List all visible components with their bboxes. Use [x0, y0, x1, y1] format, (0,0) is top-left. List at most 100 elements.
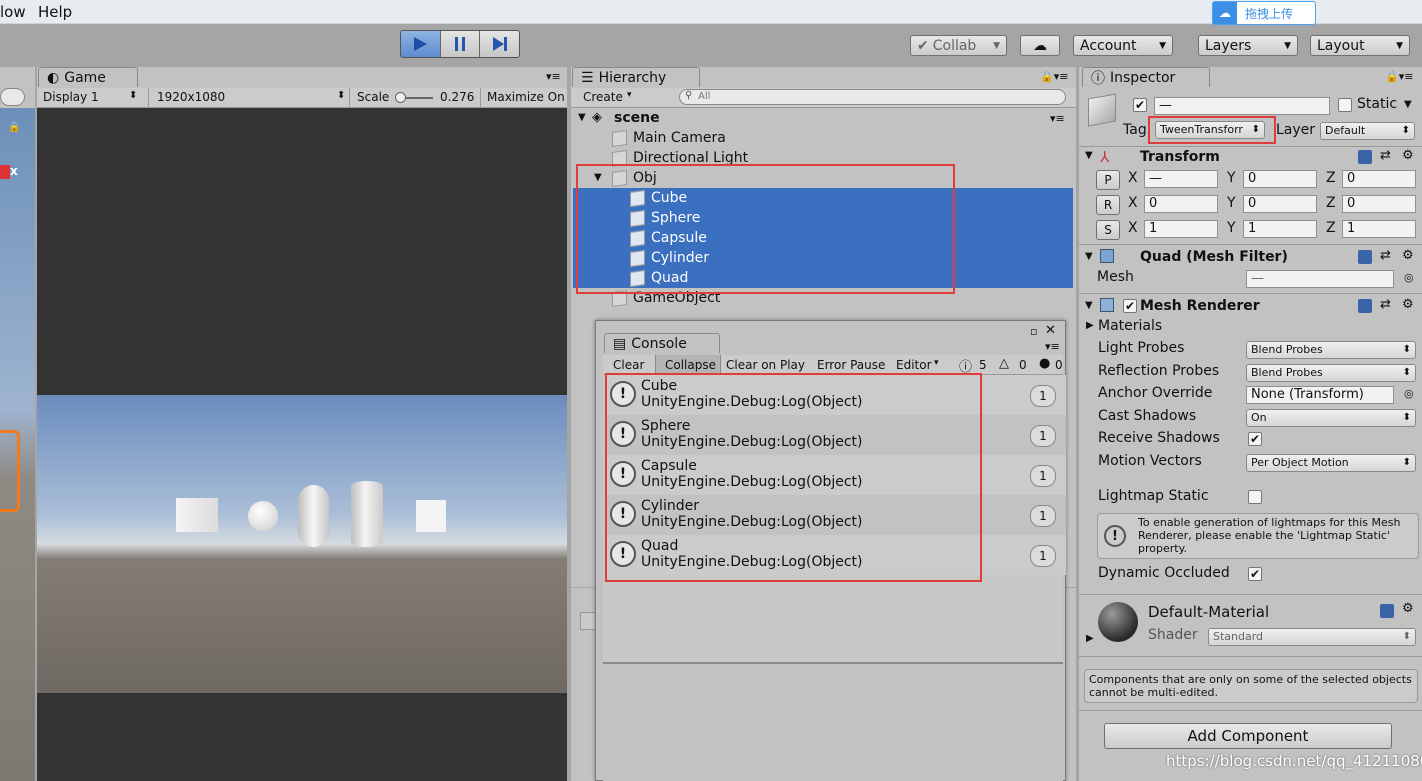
- lock-menu-icon[interactable]: 🔒▾≡: [1385, 70, 1413, 83]
- active-checkbox[interactable]: ✔: [1133, 98, 1147, 112]
- position-button[interactable]: P: [1096, 170, 1120, 190]
- dynamic-occluded-checkbox[interactable]: ✔: [1248, 567, 1262, 581]
- mesh-label: Mesh: [1097, 269, 1134, 285]
- expand-arrow-icon[interactable]: ▼: [1085, 251, 1093, 262]
- warning-toggle-icon[interactable]: △: [999, 356, 1009, 371]
- mesh-object-field[interactable]: —: [1246, 270, 1394, 288]
- rotation-x-input[interactable]: 0: [1144, 195, 1218, 213]
- help-book-icon[interactable]: [1358, 250, 1372, 264]
- clear-on-play-button[interactable]: Clear on Play: [726, 358, 805, 372]
- maximize-on-play-button[interactable]: Maximize On: [487, 90, 565, 104]
- display-dropdown[interactable]: Display 1: [43, 90, 143, 104]
- cast-shadows-dropdown[interactable]: On: [1246, 409, 1416, 427]
- receive-shadows-checkbox[interactable]: ✔: [1248, 432, 1262, 446]
- hierarchy-item-main-camera[interactable]: Main Camera: [612, 128, 726, 148]
- tab-game[interactable]: ◐ Game: [38, 67, 138, 87]
- pause-button[interactable]: [440, 31, 481, 57]
- tab-hierarchy[interactable]: ☰ Hierarchy: [572, 67, 700, 87]
- scale-z-input[interactable]: 1: [1342, 220, 1416, 238]
- layout-dropdown[interactable]: Layout ▼: [1310, 35, 1410, 56]
- static-checkbox[interactable]: [1338, 98, 1352, 112]
- menu-window[interactable]: low: [0, 3, 26, 21]
- gear-icon[interactable]: ⚙: [1402, 148, 1414, 163]
- divider: [480, 88, 481, 107]
- play-button[interactable]: [401, 31, 441, 57]
- scale-x-input[interactable]: 1: [1144, 220, 1218, 238]
- position-x-input[interactable]: —: [1144, 170, 1218, 188]
- collapse-arrow-icon[interactable]: ▶: [1086, 633, 1094, 644]
- help-book-icon[interactable]: [1358, 150, 1372, 164]
- axis-z-label: Z: [1326, 195, 1336, 211]
- anchor-override-field[interactable]: None (Transform): [1246, 386, 1394, 404]
- light-probes-dropdown[interactable]: Blend Probes: [1246, 341, 1416, 359]
- gear-icon[interactable]: ⚙: [1402, 297, 1414, 312]
- collapse-button[interactable]: Collapse: [665, 358, 716, 372]
- account-dropdown[interactable]: Account ▼: [1073, 35, 1173, 56]
- gear-icon[interactable]: ⚙: [1402, 601, 1414, 616]
- shader-dropdown[interactable]: Standard: [1208, 628, 1416, 646]
- step-button[interactable]: [480, 31, 519, 57]
- upload-button[interactable]: ☁ 拖拽上传: [1212, 1, 1316, 25]
- console-tab-label: Console: [631, 335, 687, 352]
- position-y-input[interactable]: 0: [1243, 170, 1317, 188]
- reflection-probes-dropdown[interactable]: Blend Probes: [1246, 364, 1416, 382]
- info-count: 5: [979, 358, 987, 372]
- rotation-button[interactable]: R: [1096, 195, 1120, 215]
- materials-foldout[interactable]: Materials: [1098, 318, 1162, 334]
- position-z-input[interactable]: 0: [1342, 170, 1416, 188]
- expand-arrow-icon[interactable]: ▼: [1085, 300, 1093, 311]
- error-toggle-icon[interactable]: ●: [1039, 356, 1050, 371]
- preset-icon[interactable]: ⇄: [1380, 297, 1391, 312]
- lock-menu-icon[interactable]: 🔒▾≡: [1040, 70, 1068, 83]
- add-component-button[interactable]: Add Component: [1104, 723, 1392, 749]
- lock-icon[interactable]: 🔒: [8, 122, 20, 133]
- help-book-icon[interactable]: [1380, 604, 1394, 618]
- scale-y-input[interactable]: 1: [1243, 220, 1317, 238]
- collapse-arrow-icon[interactable]: ▶: [1086, 320, 1094, 331]
- maximize-icon[interactable]: ▫: [1030, 325, 1037, 338]
- console-icon: ▤: [613, 335, 627, 352]
- scene-search-field[interactable]: [0, 88, 25, 106]
- object-picker-icon[interactable]: ◎: [1404, 271, 1414, 284]
- lightmap-static-checkbox[interactable]: [1248, 490, 1262, 504]
- clear-button[interactable]: Clear: [613, 358, 644, 372]
- rotation-y-input[interactable]: 0: [1243, 195, 1317, 213]
- object-picker-icon[interactable]: ◎: [1404, 387, 1414, 400]
- collab-button[interactable]: ✔ Collab ▼: [910, 35, 1007, 56]
- menu-help[interactable]: Help: [38, 3, 72, 21]
- chevron-updown-icon: ⬍: [129, 90, 138, 101]
- layers-dropdown[interactable]: Layers ▼: [1198, 35, 1298, 56]
- scene-menu-icon[interactable]: ▾≡: [1050, 112, 1065, 125]
- close-icon[interactable]: ✕: [1045, 323, 1056, 338]
- hierarchy-search-input[interactable]: All: [679, 89, 1066, 105]
- object-name-input[interactable]: —: [1154, 97, 1330, 115]
- chevron-down-icon: ▼: [1284, 40, 1291, 51]
- preset-icon[interactable]: ⇄: [1380, 248, 1391, 263]
- rotation-z-input[interactable]: 0: [1342, 195, 1416, 213]
- panel-menu-icon[interactable]: ▾≡: [546, 70, 561, 83]
- create-dropdown[interactable]: Create: [583, 90, 623, 104]
- expand-arrow-icon[interactable]: ▼: [578, 112, 586, 123]
- panel-menu-icon[interactable]: ▾≡: [1045, 340, 1060, 353]
- tab-inspector[interactable]: ⓘ Inspector: [1082, 67, 1210, 87]
- error-pause-button[interactable]: Error Pause: [817, 358, 885, 372]
- scale-button[interactable]: S: [1096, 220, 1120, 240]
- motion-vectors-dropdown[interactable]: Per Object Motion: [1246, 454, 1416, 472]
- expand-arrow-icon[interactable]: ▼: [1085, 150, 1093, 161]
- chevron-down-icon[interactable]: ▼: [1404, 99, 1412, 110]
- editor-dropdown[interactable]: Editor: [896, 358, 932, 372]
- lightmap-static-label: Lightmap Static: [1098, 488, 1209, 504]
- layer-dropdown[interactable]: Default: [1320, 122, 1415, 140]
- resolution-dropdown[interactable]: 1920x1080: [157, 90, 225, 104]
- tab-console[interactable]: ▤ Console: [604, 333, 720, 353]
- scene-root[interactable]: scene: [614, 108, 660, 128]
- gear-icon[interactable]: ⚙: [1402, 248, 1414, 263]
- preset-icon[interactable]: ⇄: [1380, 148, 1391, 163]
- game-viewport[interactable]: [37, 395, 567, 693]
- scale-slider-thumb[interactable]: [395, 92, 406, 103]
- help-book-icon[interactable]: [1358, 299, 1372, 313]
- cloud-button[interactable]: ☁: [1020, 35, 1060, 56]
- console-detail-area: [603, 664, 1063, 781]
- mesh-renderer-enabled-checkbox[interactable]: ✔: [1123, 299, 1137, 313]
- info-circle-icon: ⓘ: [1091, 70, 1105, 87]
